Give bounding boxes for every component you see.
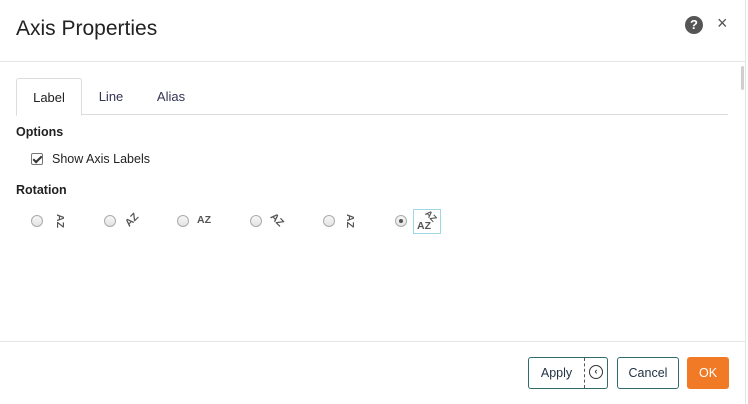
rotation-radio-45[interactable] [250,215,262,227]
apply-divider [584,358,585,388]
close-icon[interactable]: × [717,12,728,34]
rotation-sample-45: AZ [267,210,287,230]
help-icon[interactable]: ? [685,16,703,34]
tab-bar: Label Line Alias [16,78,728,116]
cancel-button[interactable]: Cancel [617,357,679,389]
rotation-radio-minus-90[interactable] [31,215,43,227]
rotation-radio-auto[interactable] [395,215,407,227]
revert-icon[interactable]: ‹ [589,365,603,379]
dialog-title: Axis Properties [16,17,158,40]
rotation-sample-minus-45: AZ [122,210,142,230]
rotation-radio-minus-45[interactable] [104,215,116,227]
tab-alias[interactable]: Alias [144,78,198,115]
rotation-sample-90: AZ [344,214,356,228]
options-heading: Options [16,125,64,139]
tab-label[interactable]: Label [16,78,82,116]
rotation-radio-0[interactable] [177,215,189,227]
rotation-heading: Rotation [16,183,67,197]
tab-line[interactable]: Line [88,78,134,115]
rotation-sample-auto-frame: AZ AZ [413,208,441,234]
show-axis-labels-label[interactable]: Show Axis Labels [52,152,150,166]
show-axis-labels-checkbox[interactable] [31,153,43,165]
apply-button-label: Apply [540,366,573,380]
scrollbar[interactable] [741,66,744,90]
rotation-sample-0: AZ [197,214,211,226]
rotation-radio-90[interactable] [323,215,335,227]
dialog-header: Axis Properties ? × [0,0,746,62]
rotation-sample-minus-90: AZ [54,214,66,228]
axis-properties-dialog: Axis Properties ? × Label Line Alias Opt… [0,0,746,404]
ok-button[interactable]: OK [687,357,729,389]
apply-button[interactable]: Apply ‹ [528,357,608,389]
